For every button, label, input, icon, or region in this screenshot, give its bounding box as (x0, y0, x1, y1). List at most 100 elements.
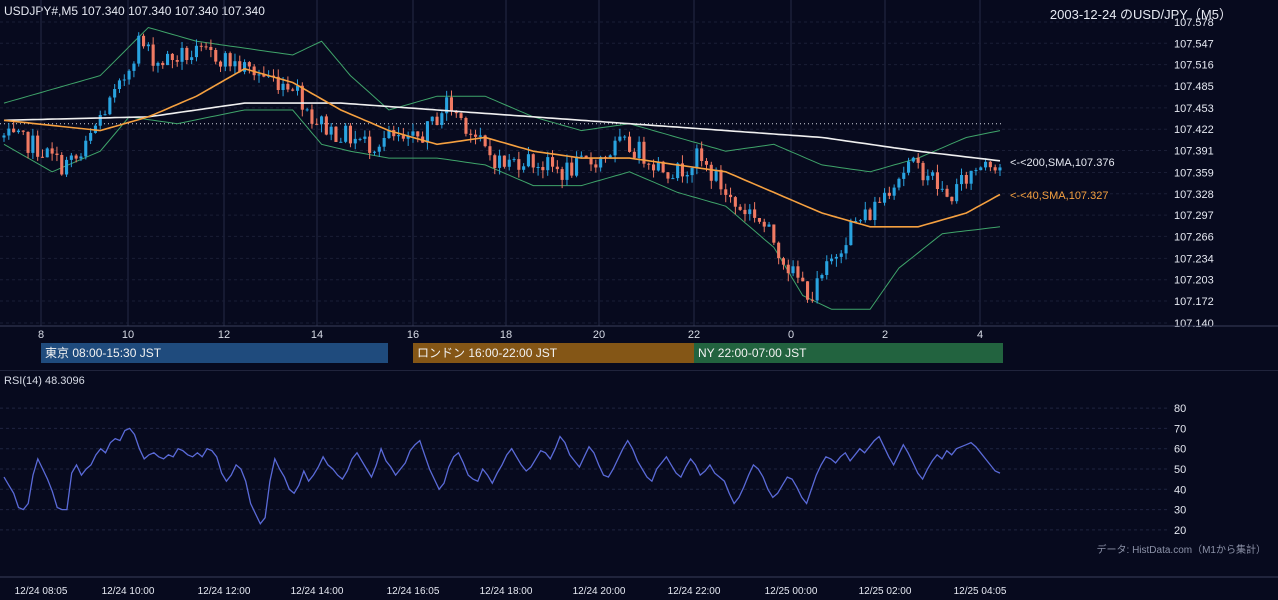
candle-body (935, 172, 939, 189)
bollinger-lower (3, 109, 1001, 310)
candle-body (228, 53, 232, 67)
x-tick-label: 16 (407, 329, 419, 340)
candle-body (132, 63, 136, 71)
candle-body (79, 156, 83, 159)
candle-body (459, 113, 463, 118)
candle-body (50, 148, 54, 154)
candle-body (652, 164, 656, 171)
candle-body (16, 130, 20, 133)
y-tick-label: 107.516 (1174, 60, 1214, 72)
candle-body (555, 166, 559, 170)
candle-body (358, 138, 362, 140)
candle-body (849, 222, 853, 246)
candle-body (998, 167, 1002, 171)
candle-body (984, 161, 988, 168)
candle-body (531, 154, 535, 168)
candle-body (233, 61, 237, 67)
candle-body (305, 109, 309, 111)
candle-body (907, 161, 911, 173)
candle-body (546, 157, 550, 171)
candle-body (522, 166, 526, 170)
rsi-x-tick-label: 12/24 20:00 (573, 586, 626, 597)
candle-body (796, 266, 800, 278)
candle-body (161, 62, 165, 66)
candle-body (738, 206, 742, 210)
candle-body (315, 123, 319, 125)
candle-body (89, 133, 93, 141)
candle-body (950, 196, 954, 202)
candle-body (194, 45, 198, 58)
candle-body (348, 125, 352, 144)
candle-body (397, 135, 401, 137)
candle-body (175, 60, 179, 62)
candle-body (478, 135, 482, 137)
x-tick-label: 10 (122, 329, 134, 340)
candle-body (281, 83, 285, 90)
candle-body (724, 189, 728, 195)
rsi-y-tick-label: 60 (1174, 444, 1186, 456)
candle-body (36, 135, 40, 157)
candle-body (883, 192, 887, 203)
candle-body (411, 131, 415, 136)
rsi-x-tick-label: 12/24 22:00 (668, 586, 721, 597)
candle-body (526, 154, 530, 167)
candle-body (117, 80, 121, 89)
rsi-x-tick-label: 12/24 18:00 (480, 586, 533, 597)
candle-body (493, 155, 497, 168)
rsi-y-tick-label: 40 (1174, 484, 1186, 496)
candle-body (704, 161, 708, 165)
rsi-y-tick-label: 50 (1174, 464, 1186, 476)
candle-body (993, 167, 997, 171)
rsi-x-tick-label: 12/24 10:00 (102, 586, 155, 597)
rsi-x-tick-label: 12/25 02:00 (859, 586, 912, 597)
rsi-x-tick-label: 12/24 16:05 (387, 586, 440, 597)
candle-body (31, 135, 35, 153)
candle-body (709, 164, 713, 181)
candle-body (209, 47, 213, 50)
y-tick-label: 107.359 (1174, 168, 1214, 180)
session-ny: NY 22:00-07:00 JST (694, 343, 1003, 363)
sma200-label: <-<200,SMA,107.376 (1010, 157, 1115, 169)
candle-body (416, 131, 420, 137)
candle-body (781, 258, 785, 265)
x-tick-label: 2 (882, 329, 888, 340)
x-tick-label: 0 (788, 329, 794, 340)
candle-body (502, 155, 506, 167)
candle-body (84, 140, 88, 157)
candle-body (589, 158, 593, 165)
y-tick-label: 107.391 (1174, 146, 1214, 158)
candle-body (844, 245, 848, 254)
candle-body (892, 187, 896, 196)
candle-body (151, 44, 155, 66)
x-tick-label: 8 (38, 329, 44, 340)
candle-body (690, 168, 694, 176)
candle-body (26, 131, 30, 153)
candle-body (498, 155, 502, 168)
candle-body (440, 113, 444, 125)
candle-body (753, 209, 757, 218)
x-tick-label: 22 (688, 329, 700, 340)
candle-body (810, 299, 814, 301)
x-tick-label: 18 (500, 329, 512, 340)
candle-body (377, 146, 381, 152)
session-london: ロンドン 16:00-22:00 JST (413, 343, 694, 363)
candle-body (137, 35, 141, 64)
candle-body (449, 97, 453, 112)
candle-body (291, 89, 295, 91)
candle-body (286, 83, 290, 90)
candle-body (368, 136, 372, 153)
candle-body (666, 172, 670, 179)
y-tick-label: 107.328 (1174, 189, 1214, 201)
candle-body (382, 138, 386, 147)
candle-body (122, 79, 126, 81)
candle-body (777, 242, 781, 259)
candle-body (868, 209, 872, 220)
y-tick-label: 107.172 (1174, 296, 1214, 308)
candle-body (974, 170, 978, 172)
candle-body (964, 175, 968, 184)
y-tick-label: 107.297 (1174, 210, 1214, 222)
candle-body (594, 164, 598, 168)
candle-body (733, 197, 737, 207)
candle-body (628, 136, 632, 152)
x-tick-label: 12 (218, 329, 230, 340)
